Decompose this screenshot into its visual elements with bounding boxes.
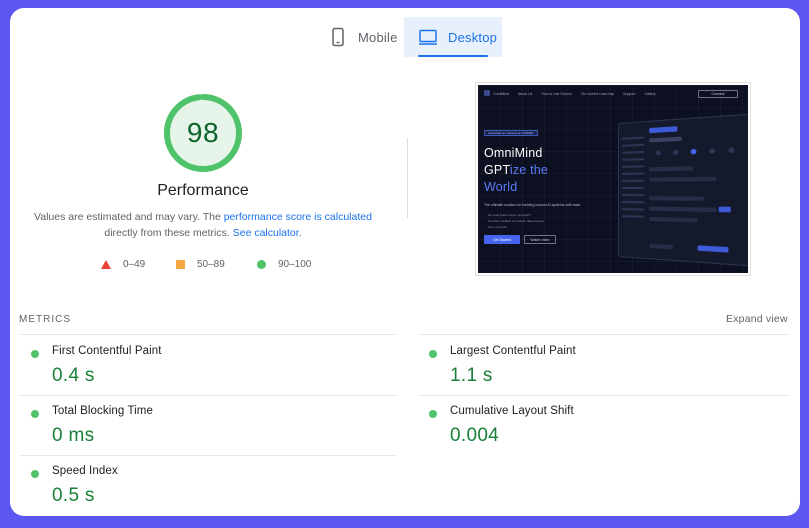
pass-circle-icon	[31, 470, 39, 478]
screenshot-subheadline: The ultimate solution for building custo…	[484, 203, 581, 207]
divider	[19, 395, 396, 396]
performance-score: 98	[163, 93, 243, 173]
screenshot-secondary-button: Watch video	[524, 235, 556, 244]
legend-item-pass: 90–100	[257, 256, 311, 272]
screenshot-connect-button: Connect	[698, 90, 738, 98]
nav-item: About Us	[518, 92, 532, 96]
desc-text-1: Values are estimated and may vary. The	[34, 211, 224, 223]
metrics-header: METRICS	[19, 314, 71, 325]
screenshot-bullets: No-code build custom OmniGPT Combine mul…	[488, 212, 544, 230]
circle-icon	[257, 260, 266, 269]
screenshot-primary-button: Get Started	[484, 235, 520, 244]
tab-desktop[interactable]: Desktop	[404, 17, 502, 57]
desktop-monitor-icon	[418, 27, 438, 47]
pass-circle-icon	[31, 350, 39, 358]
triangle-icon	[101, 260, 111, 269]
device-tabs: Mobile Desktop	[10, 17, 800, 57]
score-legend: 0–49 50–89 90–100	[10, 256, 396, 272]
metric-label: Largest Contentful Paint	[450, 345, 576, 357]
screenshot-badge: Launched on mainnet on OMNIET	[484, 130, 538, 136]
performance-description: Values are estimated and may vary. The p…	[32, 209, 374, 241]
headline-line: GPT	[484, 163, 510, 177]
divider	[19, 455, 396, 456]
legend-range: 0–49	[123, 259, 145, 270]
metric-cumulative-layout-shift: Cumulative Layout Shift 0.004	[427, 405, 787, 461]
divider	[418, 334, 790, 335]
metric-value: 0.4 s	[52, 365, 95, 387]
nav-item: How to Use Omnim	[541, 92, 571, 96]
legend-item-average: 50–89	[176, 256, 225, 272]
nav-item: Gallery	[644, 92, 655, 96]
tab-desktop-label: Desktop	[448, 30, 497, 45]
panel-sidebar	[622, 137, 644, 236]
metric-value: 1.1 s	[450, 365, 493, 387]
nav-item: Our current road map	[581, 92, 614, 96]
performance-gauge[interactable]: 98	[163, 93, 243, 173]
screenshot-page: OmniMind About Us How to Use Omnim Our c…	[478, 85, 748, 273]
metric-label: Speed Index	[52, 465, 118, 477]
expand-view-button[interactable]: Expand view	[726, 313, 788, 325]
desc-text-2: directly from these metrics.	[104, 227, 232, 239]
nav-item: Support	[623, 92, 635, 96]
metric-label: Total Blocking Time	[52, 405, 153, 417]
nav-item: OmniMind	[493, 92, 509, 96]
metric-label: First Contentful Paint	[52, 345, 162, 357]
legend-range: 50–89	[197, 259, 225, 270]
pass-circle-icon	[429, 410, 437, 418]
screenshot-nav: OmniMind About Us How to Use Omnim Our c…	[484, 92, 656, 96]
divider	[19, 334, 396, 335]
square-icon	[176, 260, 185, 269]
metric-total-blocking-time: Total Blocking Time 0 ms	[29, 405, 389, 461]
headline-accent: World	[484, 180, 517, 194]
divider	[407, 138, 408, 218]
legend-range: 90–100	[278, 259, 311, 270]
metric-first-contentful-paint: First Contentful Paint 0.4 s	[29, 345, 389, 401]
mobile-phone-icon	[328, 27, 348, 47]
performance-score-link[interactable]: performance score is calculated	[224, 211, 372, 223]
metric-value: 0 ms	[52, 425, 94, 447]
headline-accent: ize the	[510, 163, 548, 177]
metric-speed-index: Speed Index 0.5 s	[29, 465, 389, 516]
metric-label: Cumulative Layout Shift	[450, 405, 574, 417]
metric-largest-contentful-paint: Largest Contentful Paint 1.1 s	[427, 345, 787, 401]
final-screenshot[interactable]: OmniMind About Us How to Use Omnim Our c…	[475, 82, 751, 276]
divider	[418, 395, 790, 396]
tab-mobile[interactable]: Mobile	[318, 17, 398, 57]
screenshot-headline: OmniMind GPTize the World	[484, 145, 548, 196]
see-calculator-link[interactable]: See calculator.	[233, 227, 302, 239]
performance-title: Performance	[10, 182, 396, 200]
metric-value: 0.004	[450, 425, 499, 447]
bullet-item: All-in-one GTL	[488, 224, 544, 230]
report-card: Mobile Desktop 98 Performance Values are…	[10, 8, 800, 516]
pass-circle-icon	[31, 410, 39, 418]
metric-value: 0.5 s	[52, 485, 95, 507]
tab-mobile-label: Mobile	[358, 30, 398, 45]
screenshot-app-panel	[618, 112, 748, 269]
pass-circle-icon	[429, 350, 437, 358]
headline-line: OmniMind	[484, 146, 543, 160]
legend-item-fail: 0–49	[101, 256, 145, 272]
